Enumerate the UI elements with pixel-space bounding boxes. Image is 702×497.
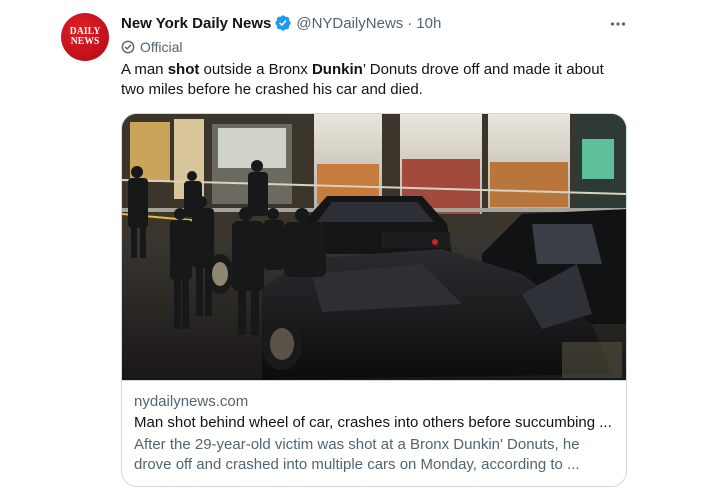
- verified-badge-icon: [275, 15, 292, 31]
- more-options-button[interactable]: [606, 12, 630, 36]
- official-check-icon: [121, 40, 135, 54]
- avatar-line2: NEWS: [70, 36, 100, 47]
- card-title: Man shot behind wheel of car, crashes in…: [134, 414, 612, 431]
- official-label: Official: [121, 37, 183, 57]
- timestamp[interactable]: 10h: [416, 15, 441, 32]
- card-domain: nydailynews.com: [134, 393, 249, 410]
- crash-scene-photo[interactable]: [122, 114, 627, 380]
- tweet-text: A man shot outside a Bronx Dunkin’ Donut…: [121, 60, 621, 100]
- separator-dot: ·: [407, 14, 413, 32]
- tweet-text-part: outside a Bronx: [199, 61, 312, 78]
- card-body[interactable]: nydailynews.com Man shot behind wheel of…: [122, 380, 626, 486]
- tweet[interactable]: DAILY NEWS New York Daily News @NYDailyN…: [0, 0, 702, 497]
- tweet-text-bold: Dunkin: [311, 61, 363, 78]
- tweet-text-bold: shot: [167, 61, 200, 78]
- official-text: Official: [140, 39, 183, 55]
- display-name[interactable]: New York Daily News: [121, 15, 271, 32]
- link-card[interactable]: nydailynews.com Man shot behind wheel of…: [121, 113, 627, 487]
- more-dots-icon: [610, 22, 626, 26]
- tweet-text-part: A man: [121, 61, 168, 78]
- handle[interactable]: @NYDailyNews: [296, 15, 403, 32]
- avatar[interactable]: DAILY NEWS: [61, 13, 109, 61]
- tweet-header: New York Daily News @NYDailyNews · 10h: [121, 13, 441, 33]
- card-description: After the 29-year-old victim was shot at…: [134, 436, 580, 473]
